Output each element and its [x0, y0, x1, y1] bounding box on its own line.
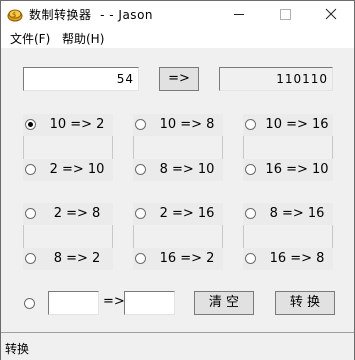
- minimize-icon: [234, 14, 244, 15]
- option-cell[interactable]: 10 => 8: [133, 114, 223, 136]
- option-label: 16 => 2: [159, 251, 215, 266]
- option-cell[interactable]: 10 => 2: [23, 114, 113, 136]
- custom-radio[interactable]: [24, 298, 35, 309]
- status-text: 转换: [5, 342, 30, 356]
- close-icon: [325, 8, 337, 20]
- decimal-input[interactable]: 54: [23, 67, 139, 91]
- option-label: 10 => 2: [49, 117, 105, 132]
- option-cell[interactable]: 16 => 10: [243, 159, 333, 181]
- svg-text:$: $: [12, 11, 16, 19]
- converter-window: $ 数制转换器 - - Jason 文件(F) 帮助(H) 54 => 1101…: [0, 0, 355, 360]
- option-cell[interactable]: 10 => 16: [243, 114, 333, 136]
- group-divider: [222, 136, 223, 159]
- option-cell[interactable]: 2 => 8: [23, 203, 113, 225]
- option-label: 16 => 8: [269, 251, 325, 266]
- option-label: 8 => 2: [53, 251, 101, 266]
- minimize-button[interactable]: [216, 1, 262, 28]
- option-cell[interactable]: 16 => 2: [133, 248, 223, 270]
- group-divider: [133, 225, 134, 248]
- option-label: 2 => 10: [49, 162, 105, 177]
- option-label: 10 => 8: [159, 117, 215, 132]
- client-area: 54 => 110110 10 => 2 10 => 8 10 => 16 2 => …: [1, 48, 354, 332]
- option-label: 16 => 10: [265, 162, 329, 177]
- custom-arrow-label: =>: [103, 294, 125, 309]
- group-divider: [243, 136, 244, 159]
- group-divider: [23, 136, 24, 159]
- menu-bar: 文件(F) 帮助(H): [1, 28, 354, 48]
- close-button[interactable]: [308, 1, 354, 28]
- option-label: 8 => 16: [269, 206, 325, 221]
- window-title: 数制转换器 - - Jason: [29, 8, 154, 22]
- group-divider: [112, 136, 113, 159]
- option-cell[interactable]: 8 => 2: [23, 248, 113, 270]
- group-divider: [332, 136, 333, 159]
- status-bar: 转换: [1, 332, 354, 360]
- convert-button[interactable]: 转 换: [275, 291, 335, 315]
- group-divider: [23, 225, 24, 248]
- custom-to-input[interactable]: [124, 291, 175, 315]
- option-cell[interactable]: 8 => 16: [243, 203, 333, 225]
- group-divider: [112, 225, 113, 248]
- convert-arrow-button[interactable]: =>: [159, 67, 199, 91]
- option-label: 2 => 8: [53, 206, 101, 221]
- coin-icon: $: [7, 9, 23, 22]
- group-divider: [243, 225, 244, 248]
- clear-button[interactable]: 清 空: [194, 291, 254, 315]
- option-cell[interactable]: 2 => 16: [133, 203, 223, 225]
- option-label: 10 => 16: [265, 117, 329, 132]
- maximize-button[interactable]: [262, 1, 308, 28]
- result-output: 110110: [219, 67, 333, 91]
- option-cell[interactable]: 2 => 10: [23, 159, 113, 181]
- option-cell[interactable]: 8 => 10: [133, 159, 223, 181]
- menu-file[interactable]: 文件(F): [10, 30, 50, 47]
- maximize-icon: [280, 9, 291, 20]
- option-label: 2 => 16: [159, 206, 215, 221]
- title-bar[interactable]: $ 数制转换器 - - Jason: [1, 1, 354, 28]
- option-cell[interactable]: 16 => 8: [243, 248, 333, 270]
- group-divider: [222, 225, 223, 248]
- option-label: 8 => 10: [159, 162, 215, 177]
- group-divider: [332, 225, 333, 248]
- custom-from-input[interactable]: [48, 291, 99, 315]
- group-divider: [133, 136, 134, 159]
- menu-help[interactable]: 帮助(H): [62, 30, 104, 47]
